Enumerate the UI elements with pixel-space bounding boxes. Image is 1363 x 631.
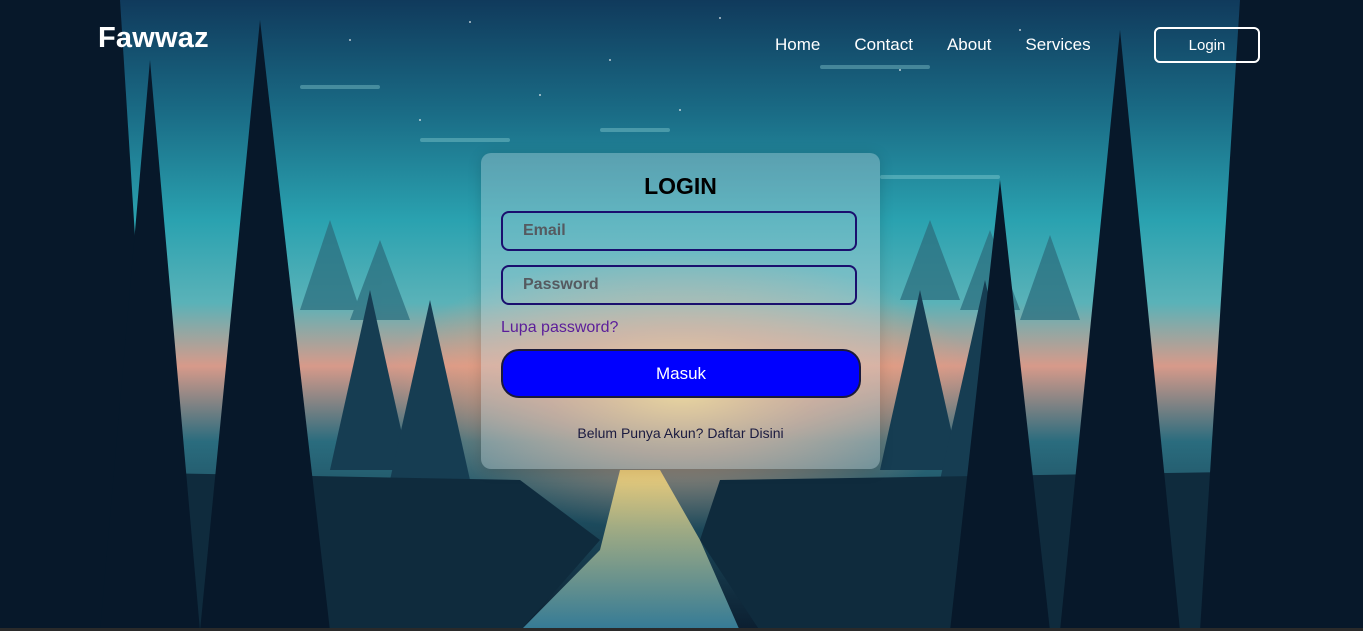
submit-login-button[interactable]: Masuk — [501, 349, 861, 398]
email-input[interactable] — [501, 211, 857, 251]
register-prompt-text: Belum Punya Akun? — [577, 425, 708, 441]
main-nav: Home Contact About Services — [775, 35, 1125, 55]
password-input[interactable] — [501, 265, 857, 305]
forgot-password-link[interactable]: Lupa password? — [501, 319, 618, 337]
nav-about-link[interactable]: About — [947, 35, 991, 55]
nav-services-link[interactable]: Services — [1025, 35, 1090, 55]
register-prompt: Belum Punya Akun? Daftar Disini — [481, 425, 880, 441]
page: Fawwaz Home Contact About Services Login… — [0, 0, 1363, 631]
register-link[interactable]: Daftar Disini — [707, 425, 783, 441]
nav-contact-link[interactable]: Contact — [854, 35, 913, 55]
top-navbar: Fawwaz Home Contact About Services Login — [0, 0, 1363, 90]
nav-home-link[interactable]: Home — [775, 35, 820, 55]
brand-logo[interactable]: Fawwaz — [98, 22, 209, 55]
header-login-button[interactable]: Login — [1154, 27, 1260, 63]
login-card: LOGIN Lupa password? Masuk Belum Punya A… — [481, 153, 880, 469]
login-title: LOGIN — [644, 173, 717, 199]
